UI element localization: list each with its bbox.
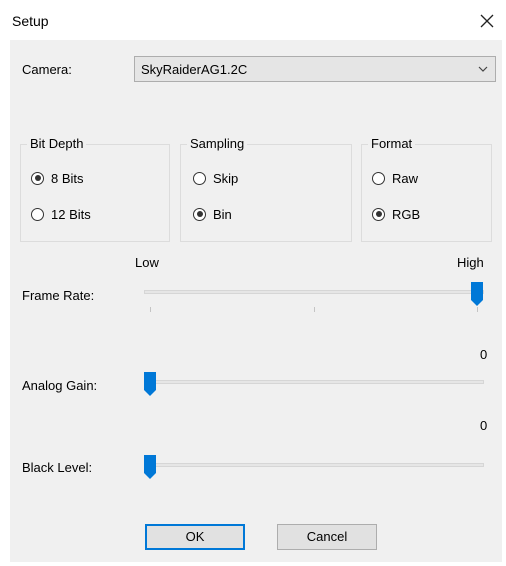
camera-label: Camera: [22,62,72,77]
radio-8-bits-label: 8 Bits [51,170,84,186]
sampling-title: Sampling [187,136,248,151]
cancel-button[interactable]: Cancel [277,524,377,550]
analog-gain-track[interactable] [144,380,484,384]
title-bar: Setup [0,0,506,40]
frame-rate-low-label: Low [135,255,159,270]
camera-selected-value: SkyRaiderAG1.2C [141,62,248,77]
bit-depth-title: Bit Depth [27,136,87,151]
dialog-body: Camera: SkyRaiderAG1.2C Bit Depth 8 Bits… [10,40,502,562]
radio-skip[interactable]: Skip [193,169,238,187]
frame-rate-tick [477,307,478,312]
frame-rate-label: Frame Rate: [22,288,95,303]
radio-bin-label: Bin [213,206,232,222]
radio-bin-indicator [193,207,206,221]
format-group: Format Raw RGB [361,136,492,242]
sampling-group: Sampling Skip Bin [180,136,352,242]
radio-8-bits-indicator [31,171,44,185]
black-level-slider-thumb[interactable] [144,455,156,479]
camera-select[interactable]: SkyRaiderAG1.2C [134,56,496,82]
radio-rgb-label: RGB [392,206,421,222]
window-title: Setup [12,13,49,29]
close-button[interactable] [474,8,500,34]
frame-rate-slider-thumb[interactable] [471,282,483,306]
ok-button[interactable]: OK [145,524,245,550]
chevron-down-icon [477,60,489,81]
radio-12-bits[interactable]: 12 Bits [31,205,91,223]
radio-8-bits[interactable]: 8 Bits [31,169,84,187]
close-icon [480,14,494,28]
black-level-value: 0 [480,418,488,433]
frame-rate-high-label: High [457,255,484,270]
radio-12-bits-indicator [31,207,44,221]
radio-skip-indicator [193,171,206,185]
analog-gain-slider-thumb[interactable] [144,372,156,396]
analog-gain-value: 0 [480,347,488,362]
frame-rate-track[interactable] [144,290,484,294]
radio-bin[interactable]: Bin [193,205,232,223]
analog-gain-label: Analog Gain: [22,378,98,393]
frame-rate-tick [150,307,151,312]
radio-raw-label: Raw [392,170,419,186]
radio-12-bits-label: 12 Bits [51,206,91,222]
radio-skip-label: Skip [213,170,239,186]
radio-raw-indicator [372,171,385,185]
bit-depth-group: Bit Depth 8 Bits 12 Bits [20,136,170,242]
format-title: Format [368,136,416,151]
radio-raw[interactable]: Raw [372,169,418,187]
black-level-label: Black Level: [22,460,93,475]
radio-rgb-indicator [372,207,385,221]
frame-rate-tick [314,307,315,312]
radio-rgb[interactable]: RGB [372,205,420,223]
black-level-track[interactable] [144,463,484,467]
